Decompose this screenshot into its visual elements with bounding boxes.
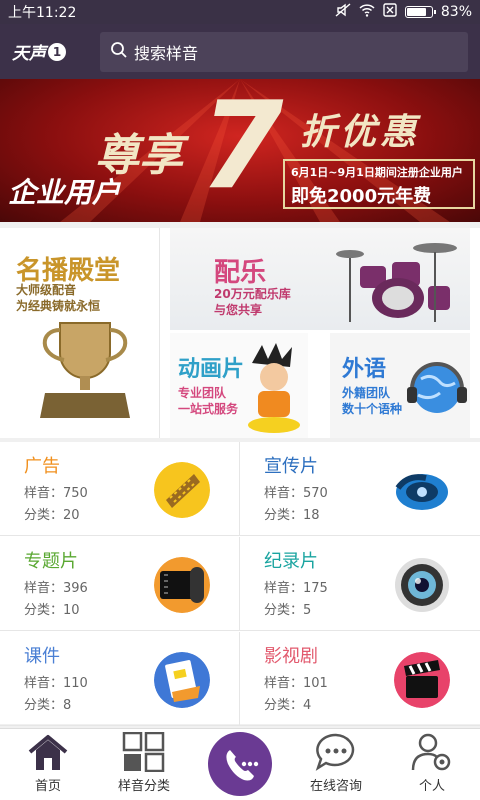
banner-headline-2: 折优惠 (300, 111, 421, 153)
nav-home[interactable]: 首页 (0, 729, 96, 800)
logo-number: 1 (48, 42, 66, 61)
trophy-icon (40, 322, 130, 418)
feature-music-line2: 与您共享 (214, 303, 263, 317)
category-name: 宣传片 (264, 456, 318, 477)
globe-headphones-icon (407, 362, 467, 413)
category-samples: 样音：570 (264, 486, 328, 501)
category-feature-film[interactable]: 专题片 样音：396 分类：10 (0, 537, 240, 631)
cartoon-character-icon (248, 343, 300, 433)
category-samples: 样音：175 (264, 581, 328, 596)
nav-samples-label: 样音分类 (117, 779, 170, 794)
status-icons: 83% (335, 2, 472, 22)
nav-sample-categories[interactable]: 样音分类 (96, 729, 192, 800)
feature-animation[interactable]: 动画片 专业团队 一站式服务 (170, 333, 308, 438)
category-courseware[interactable]: 课件 样音：110 分类：8 (0, 632, 240, 726)
feature-lang-line2: 数十个语种 (342, 402, 403, 416)
category-classes: 分类：5 (264, 603, 312, 618)
feature-star-hall[interactable]: 名播殿堂 大师级配音 为经典铸就永恒 (0, 228, 160, 438)
feature-foreign-language[interactable]: 外语 外籍团队 数十个语种 (330, 333, 470, 438)
nav-online-consult[interactable]: 在线咨询 (288, 729, 384, 800)
call-button[interactable] (208, 731, 272, 796)
status-bar: 上午11:22 83% (0, 0, 480, 24)
category-classes: 分类：10 (24, 603, 80, 618)
chat-bubble-icon (315, 733, 355, 771)
film-strip-icon (154, 462, 210, 518)
category-documentary[interactable]: 纪录片 样音：175 分类：5 (240, 537, 480, 631)
logo-text: 天声 (12, 44, 46, 64)
status-time: 上午11:22 (8, 5, 77, 21)
user-settings-icon (411, 733, 451, 771)
camera-lens-icon (395, 558, 449, 612)
feature-grid: 名播殿堂 大师级配音 为经典铸就永恒 配乐 20万元配乐库 与您共享 动画片 专… (0, 228, 480, 438)
category-ad[interactable]: 广告 样音：750 分类：20 (0, 442, 240, 536)
category-name: 影视剧 (264, 646, 318, 667)
feature-anim-line2: 一站式服务 (178, 402, 239, 416)
banner-headline-number: 7 (200, 79, 284, 216)
category-promo-film[interactable]: 宣传片 样音：570 分类：18 (240, 442, 480, 536)
nav-call[interactable] (192, 729, 288, 800)
battery-icon (404, 6, 436, 18)
no-sim-icon (383, 3, 397, 21)
feature-music[interactable]: 配乐 20万元配乐库 与您共享 (170, 228, 470, 330)
nav-profile-label: 个人 (418, 779, 445, 794)
clapperboard-icon (394, 652, 450, 708)
app-logo[interactable]: 天声 1 (12, 37, 90, 67)
presentation-icon (154, 652, 210, 708)
category-name: 纪录片 (264, 551, 318, 572)
banner-audience: 企业用户 (8, 176, 121, 209)
category-classes: 分类：18 (264, 508, 320, 523)
film-reel-icon (395, 474, 448, 510)
search-input[interactable]: 搜索样音 (134, 40, 198, 64)
category-classes: 分类：20 (24, 508, 80, 523)
mute-icon (335, 2, 351, 22)
feature-star-line1: 大师级配音 (16, 283, 77, 297)
nav-home-label: 首页 (34, 779, 61, 794)
feature-star-line2: 为经典铸就永恒 (16, 299, 101, 313)
nav-profile[interactable]: 个人 (384, 729, 480, 800)
category-name: 专题片 (24, 551, 78, 572)
promo-banner[interactable]: 尊享 7 折优惠 企业用户 6月1日~9月1日期间注册企业用户 即免2000元年… (0, 79, 480, 222)
category-name: 课件 (24, 646, 60, 667)
bottom-nav: 首页 样音分类 在线咨询 个人 (0, 728, 480, 800)
search-bar[interactable]: 搜索样音 (100, 31, 468, 72)
category-samples: 样音：101 (264, 676, 328, 691)
phone-icon (226, 749, 259, 780)
feature-lang-line1: 外籍团队 (342, 386, 391, 400)
category-name: 广告 (24, 456, 60, 477)
feature-anim-line1: 专业团队 (178, 386, 227, 400)
category-samples: 样音：750 (24, 486, 88, 501)
grid-icon (122, 732, 165, 772)
feature-music-title: 配乐 (214, 258, 267, 288)
feature-music-line1: 20万元配乐库 (214, 287, 291, 301)
wifi-icon (359, 3, 375, 21)
category-samples: 样音：110 (24, 676, 88, 691)
nav-consult-label: 在线咨询 (309, 779, 362, 794)
drum-kit-icon (336, 243, 457, 322)
film-roll-icon (154, 557, 210, 613)
category-tv-drama[interactable]: 影视剧 样音：101 分类：4 (240, 632, 480, 726)
home-icon (28, 735, 68, 770)
search-icon (110, 41, 128, 63)
category-samples: 样音：396 (24, 581, 88, 596)
app-header: 天声 1 搜索样音 (0, 24, 480, 79)
feature-anim-title: 动画片 (178, 357, 245, 382)
category-grid: 广告 样音：750 分类：20 宣传片 样音：570 分类：18 专题片 样音：… (0, 442, 480, 726)
category-classes: 分类：8 (24, 698, 72, 713)
banner-promo-line-1: 6月1日~9月1日期间注册企业用户 (291, 166, 463, 179)
banner-promo-line-2: 即免2000元年费 (291, 186, 432, 207)
battery-percent: 83% (440, 4, 472, 20)
feature-lang-title: 外语 (342, 357, 387, 382)
banner-promo-box: 6月1日~9月1日期间注册企业用户 即免2000元年费 (283, 159, 475, 209)
category-classes: 分类：4 (264, 698, 312, 713)
